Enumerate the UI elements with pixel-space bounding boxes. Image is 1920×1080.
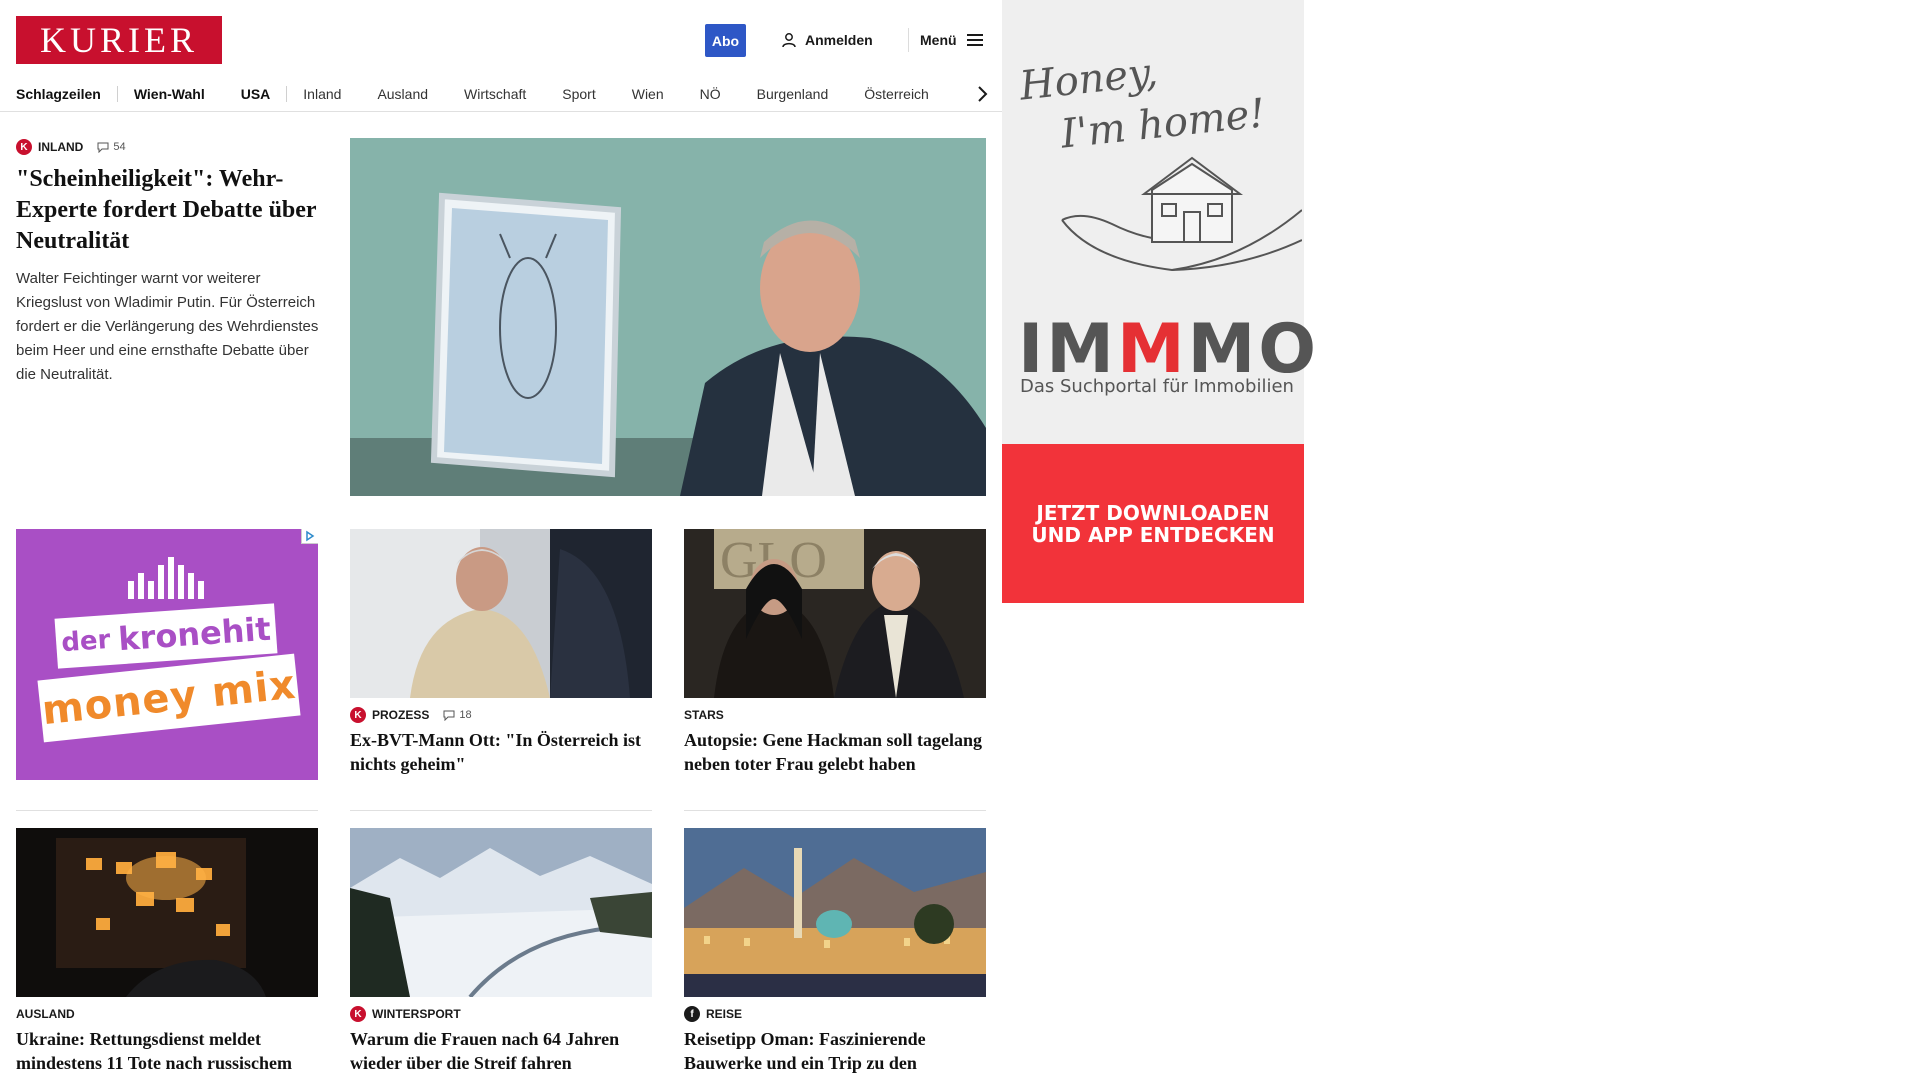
- immmo-subtitle: Das Suchportal für Immobilien: [1020, 376, 1294, 397]
- article-headline[interactable]: Ex-BVT-Mann Ott: "In Österreich ist nich…: [350, 728, 652, 776]
- article-image[interactable]: [16, 828, 318, 997]
- article-headline[interactable]: Reisetipp Oman: Faszinierende Bauwerke u…: [684, 1027, 986, 1080]
- kurier-logo[interactable]: KURIER: [16, 16, 222, 64]
- nav-item-ausland[interactable]: Ausland: [377, 86, 428, 102]
- nav-separator: [286, 85, 288, 102]
- nav-item-schlagzeilen[interactable]: Schlagzeilen: [16, 86, 101, 102]
- article-image[interactable]: [350, 828, 652, 997]
- article-image[interactable]: [684, 828, 986, 997]
- immmo-ad[interactable]: Honey, I'm home! IMMMO Das Suchportal fü…: [1002, 0, 1316, 603]
- house-in-hand-icon: [1061, 156, 1302, 272]
- chevron-right-icon[interactable]: [972, 84, 992, 104]
- row-divider: [350, 810, 652, 811]
- menu-label: Menü: [920, 32, 957, 48]
- nav-item-wirtschaft[interactable]: Wirtschaft: [464, 86, 526, 102]
- article-card[interactable]: AUSLAND Ukraine: Rettungsdienst meldet m…: [16, 828, 318, 1080]
- lead-photo: [350, 138, 986, 496]
- row-divider: [684, 810, 986, 811]
- header: KURIER Abo Anmelden Menü: [0, 0, 1002, 80]
- article-image[interactable]: GLO: [684, 529, 986, 698]
- cta-line-1: JETZT DOWNLOADEN: [1036, 500, 1270, 525]
- comment-icon: [443, 710, 455, 721]
- download-app-button[interactable]: JETZT DOWNLOADEN UND APP ENTDECKEN: [1002, 444, 1304, 603]
- article-category: AUSLAND: [16, 1007, 75, 1021]
- kronehit-der: der: [60, 624, 112, 659]
- nav-item-burgenland[interactable]: Burgenland: [757, 86, 829, 102]
- article-card[interactable]: f REISE Reisetipp Oman: Faszinierende Ba…: [684, 828, 986, 1080]
- lead-meta: K INLAND 54: [16, 138, 322, 156]
- article-comment-count: 18: [459, 709, 472, 721]
- abo-button[interactable]: Abo: [705, 24, 746, 57]
- article-meta: K PROZESS 18: [350, 706, 652, 724]
- article-category: PROZESS: [372, 708, 430, 722]
- nav-separator: [116, 85, 118, 102]
- comment-icon: [97, 142, 109, 153]
- article-card[interactable]: K PROZESS 18 Ex-BVT-Mann Ott: "In Österr…: [350, 529, 652, 776]
- hamburger-icon: [966, 34, 983, 46]
- article-meta: STARS: [684, 706, 986, 724]
- article-image[interactable]: [350, 529, 652, 698]
- kurier-plus-icon: K: [16, 139, 32, 155]
- row-divider: [16, 810, 318, 811]
- lead-article[interactable]: K INLAND 54 "Scheinheiligkeit": Wehr-Exp…: [16, 138, 322, 387]
- article-category: STARS: [684, 708, 724, 722]
- nav-item-wien-wahl[interactable]: Wien-Wahl: [134, 86, 205, 102]
- cta-line-2: UND APP ENTDECKEN: [1031, 522, 1275, 547]
- article-headline[interactable]: Autopsie: Gene Hackman soll tagelang neb…: [684, 728, 986, 776]
- article-category: REISE: [706, 1007, 743, 1021]
- nav-item-wien[interactable]: Wien: [632, 86, 664, 102]
- nav-item-sport[interactable]: Sport: [562, 86, 595, 102]
- nav-item-oesterreich[interactable]: Österreich: [864, 86, 929, 102]
- lead-headline[interactable]: "Scheinheiligkeit": Wehr-Experte fordert…: [16, 164, 322, 257]
- article-card[interactable]: GLO STARS Autopsie: Gene Hackman soll ta…: [684, 529, 986, 776]
- nav-item-noe[interactable]: NÖ: [700, 86, 721, 102]
- user-icon: [782, 33, 796, 48]
- login-button[interactable]: Anmelden: [781, 28, 873, 52]
- article-card[interactable]: K WINTERSPORT Warum die Frauen nach 64 J…: [350, 828, 652, 1075]
- comment-count[interactable]: 18: [443, 709, 472, 721]
- article-category: WINTERSPORT: [372, 1007, 461, 1021]
- lead-teaser: Walter Feichtinger warnt vor weiterer Kr…: [16, 270, 319, 383]
- lead-comment-count: 54: [113, 141, 126, 153]
- header-divider: [908, 28, 909, 52]
- login-label: Anmelden: [805, 32, 873, 48]
- adchoices-icon[interactable]: [301, 529, 318, 544]
- article-meta: AUSLAND: [16, 1005, 318, 1023]
- kurier-plus-icon: K: [350, 707, 366, 723]
- nav-item-usa[interactable]: USA: [241, 86, 271, 102]
- money-mix-text: money mix: [39, 661, 299, 735]
- nav-item-inland[interactable]: Inland: [303, 86, 341, 102]
- kurier-plus-icon: K: [350, 1006, 366, 1022]
- kronehit-name: kronehit: [117, 609, 272, 659]
- page: KURIER Abo Anmelden Menü Schlagzeilen Wi…: [0, 0, 1920, 1080]
- article-meta: K WINTERSPORT: [350, 1005, 652, 1023]
- article-meta: f REISE: [684, 1005, 986, 1023]
- section-nav: Schlagzeilen Wien-Wahl USA Inland Auslan…: [0, 76, 1002, 112]
- article-headline[interactable]: Ukraine: Rettungsdienst meldet mindesten…: [16, 1027, 318, 1080]
- ad-tagline: Honey, I'm home!: [1017, 36, 1268, 165]
- freizeit-icon: f: [684, 1006, 700, 1022]
- lead-image[interactable]: [350, 138, 986, 496]
- article-headline[interactable]: Warum die Frauen nach 64 Jahren wieder ü…: [350, 1027, 652, 1075]
- kronehit-ad[interactable]: der kronehit money mix: [16, 529, 318, 780]
- crown-icon: [128, 557, 204, 599]
- main-column: KURIER Abo Anmelden Menü Schlagzeilen Wi…: [0, 0, 1002, 1080]
- comment-count[interactable]: 54: [97, 141, 126, 153]
- lead-category: INLAND: [38, 140, 84, 154]
- menu-button[interactable]: Menü: [920, 28, 983, 52]
